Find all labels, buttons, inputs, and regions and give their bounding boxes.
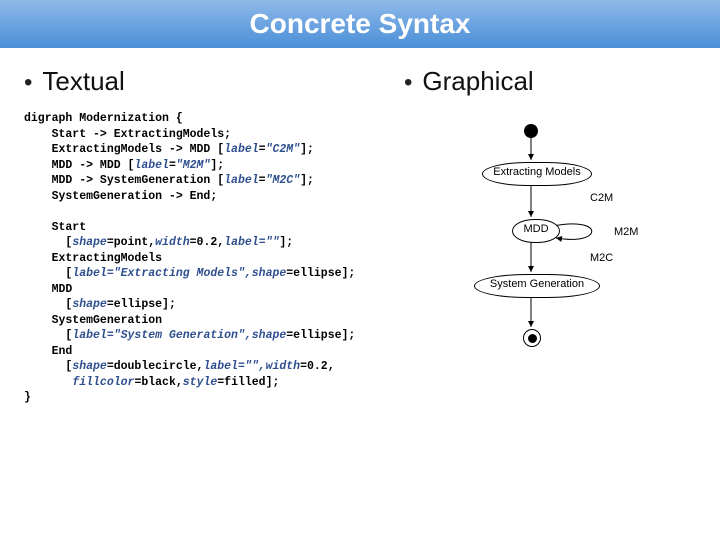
start-node-icon (524, 124, 538, 138)
page-title: Concrete Syntax (250, 8, 471, 40)
edge-label-m2m: M2M (614, 226, 638, 238)
bullet-dot-icon: • (24, 69, 32, 97)
edge-label-c2m: C2M (590, 192, 613, 204)
content-area: • Textual digraph Modernization { Start … (0, 48, 720, 406)
end-node-icon (523, 329, 541, 347)
title-bar: Concrete Syntax (0, 0, 720, 48)
system-generation-node: System Generation (474, 274, 600, 298)
graph-edges (414, 124, 714, 364)
graphical-heading-row: • Graphical (404, 66, 696, 97)
edge-label-m2c: M2C (590, 252, 613, 264)
textual-heading: Textual (42, 66, 124, 97)
graphical-heading: Graphical (422, 66, 533, 97)
graphical-column: • Graphical Extracting Models MDD System… (404, 66, 696, 406)
bullet-dot-icon: • (404, 69, 412, 97)
textual-heading-row: • Textual (24, 66, 404, 97)
mdd-node: MDD (512, 219, 560, 243)
dot-code-block: digraph Modernization { Start -> Extract… (24, 111, 404, 406)
extracting-models-node: Extracting Models (482, 162, 592, 186)
textual-column: • Textual digraph Modernization { Start … (24, 66, 404, 406)
